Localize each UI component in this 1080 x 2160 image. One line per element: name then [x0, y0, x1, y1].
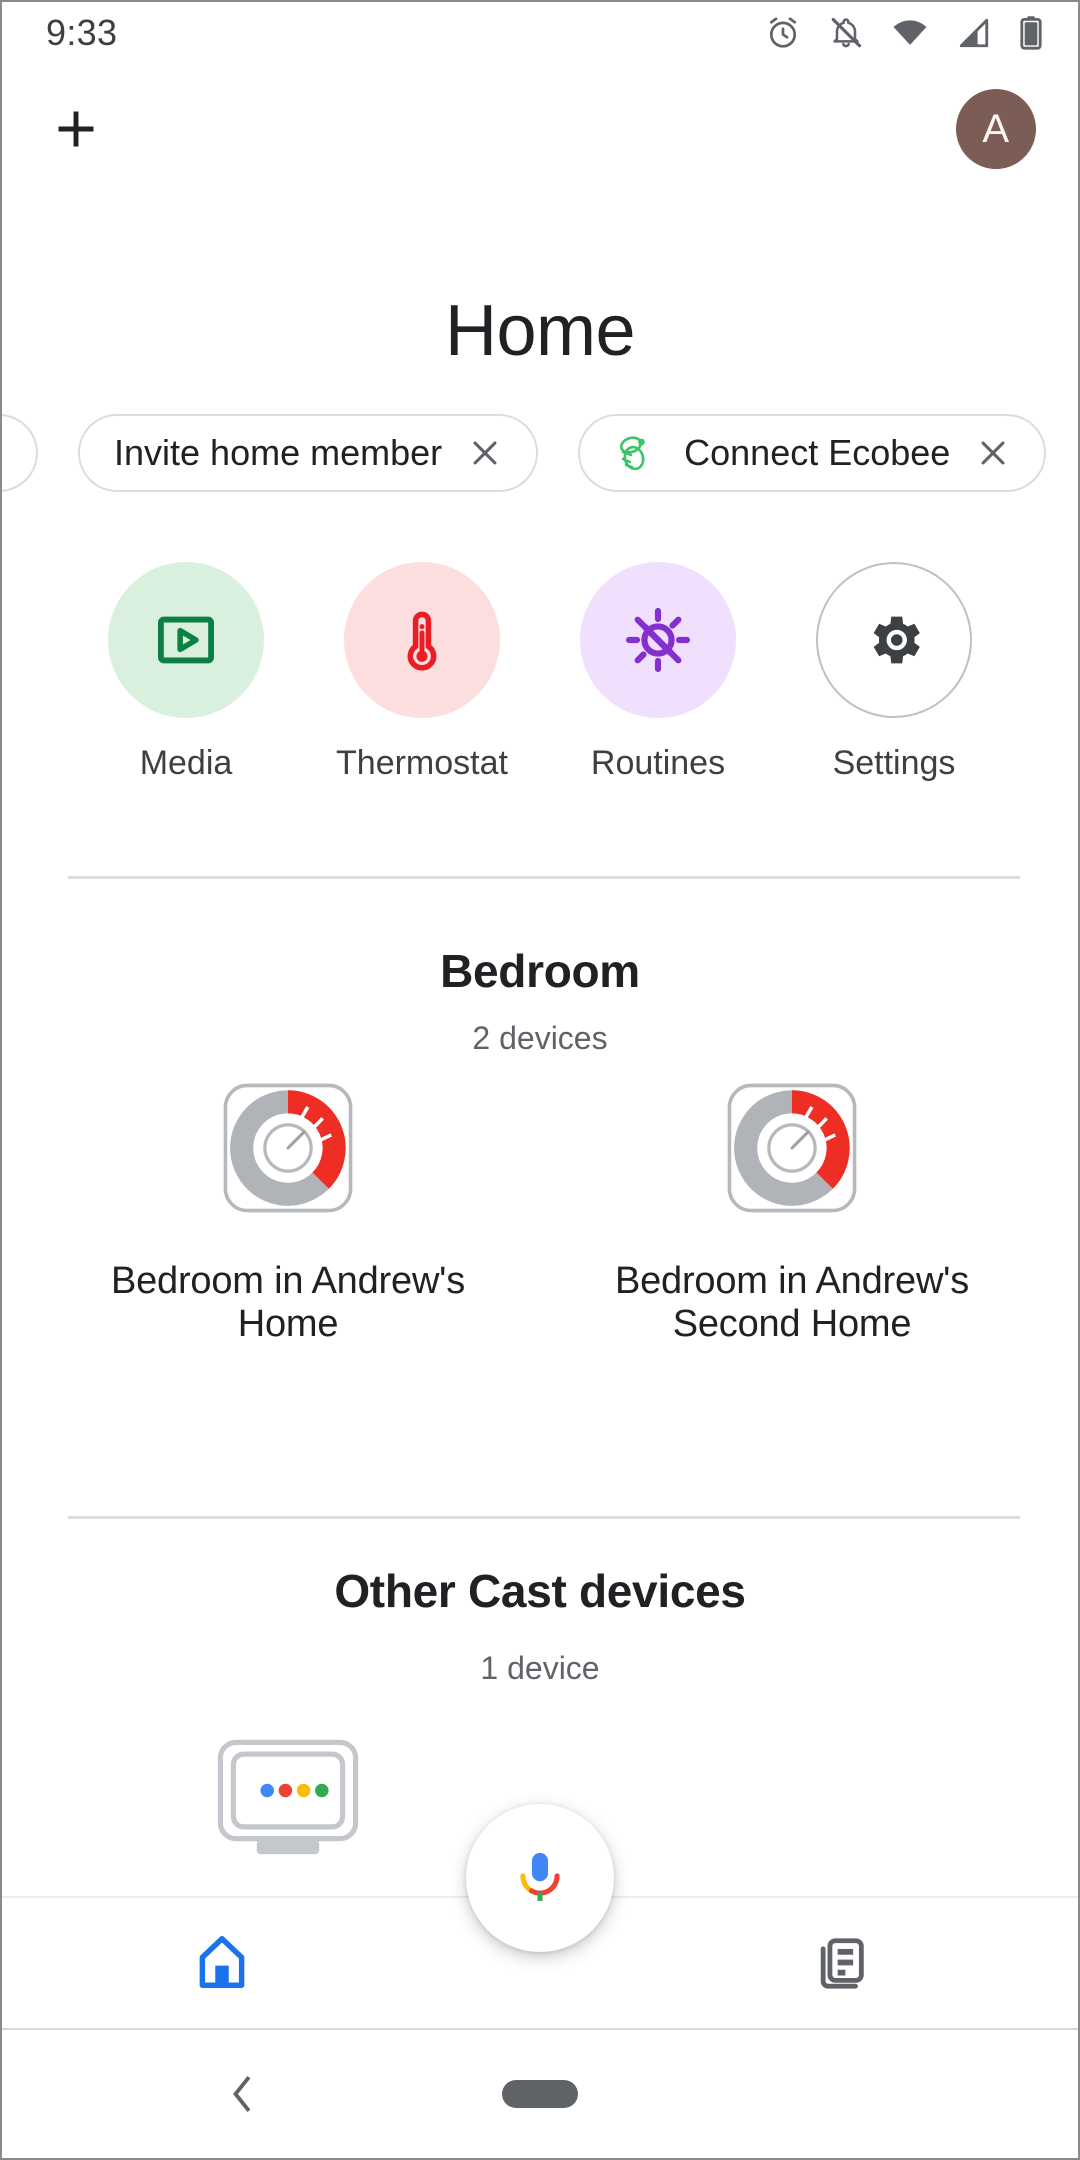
android-back-button[interactable]: [202, 2066, 282, 2122]
ecobee-thermostat-gauge-icon: [223, 1083, 353, 1213]
thermometer-icon: [407, 611, 437, 671]
home-icon: [199, 1936, 245, 1988]
device-tile-empty: [540, 1732, 1044, 1906]
quick-action-settings-circle: [816, 562, 972, 718]
avatar-initial: A: [982, 106, 1010, 151]
chip-label: Connect Ecobee: [684, 432, 951, 473]
android-navigation-bar: [2, 2028, 1078, 2158]
quick-action-label: Settings: [832, 744, 956, 782]
section-title-other-cast-devices: Other Cast devices: [334, 1565, 746, 1617]
status-icon-group: [764, 14, 1044, 52]
close-icon[interactable]: [976, 436, 1010, 470]
quick-action-thermostat[interactable]: Thermostat: [304, 562, 540, 783]
feed-icon: [820, 1938, 864, 1989]
gear-icon: [873, 616, 920, 664]
chip-invite-home-member[interactable]: Invite home member: [78, 414, 539, 492]
quick-action-label: Routines: [590, 744, 726, 782]
page-title: Home: [444, 291, 636, 371]
cast-display-icon: [217, 1739, 359, 1855]
device-name: Bedroom in Andrew's Home: [110, 1260, 466, 1345]
quick-action-routines-circle: [580, 562, 736, 718]
google-assistant-mic-icon: [520, 1852, 560, 1901]
routines-sun-icon: [625, 607, 691, 673]
bottom-nav-home[interactable]: [122, 1898, 322, 2026]
notifications-off-icon: [831, 17, 862, 48]
device-name: Bedroom in Andrew's Second Home: [614, 1260, 970, 1345]
app-screen: 9:33 A Home Invite home member Connect E…: [0, 0, 1080, 2160]
add-device-button[interactable]: [42, 95, 110, 163]
divider: [68, 1516, 1020, 1519]
app-bar: A: [2, 74, 1078, 184]
plus-icon: [58, 111, 94, 147]
suggestion-chips-row[interactable]: Invite home member Connect Ecobee: [2, 414, 1078, 492]
avatar[interactable]: A: [956, 89, 1036, 169]
quick-action-media[interactable]: Media: [68, 562, 304, 783]
status-time: 9:33: [46, 12, 118, 53]
ecobee-bee-icon: [620, 436, 646, 471]
quick-action-settings[interactable]: Settings: [776, 562, 1012, 783]
battery-icon: [1020, 16, 1042, 50]
quick-action-label: Media: [139, 744, 233, 782]
cell-signal-icon: [959, 18, 989, 48]
status-bar: 9:33: [2, 2, 1078, 64]
alarm-icon: [769, 17, 797, 48]
device-tile[interactable]: [36, 1732, 540, 1906]
bottom-nav-feed[interactable]: [742, 1898, 942, 2026]
quick-action-label: Thermostat: [336, 744, 508, 782]
back-chevron-icon: [233, 2075, 251, 2113]
chip-partial-offscreen[interactable]: [2, 414, 38, 492]
device-grid-bedroom: Bedroom in Andrew's Home Bedroom in Andr…: [2, 1080, 1078, 1345]
chip-connect-ecobee[interactable]: Connect Ecobee: [578, 414, 1047, 492]
section-subtitle-bedroom: 2 devices: [472, 1020, 608, 1056]
device-tile[interactable]: Bedroom in Andrew's Second Home: [540, 1080, 1044, 1345]
quick-action-routines[interactable]: Routines: [540, 562, 776, 783]
quick-actions-row: Media Thermostat Routines Settings: [2, 562, 1078, 783]
section-subtitle-other-cast-devices: 1 device: [480, 1650, 600, 1686]
divider: [68, 876, 1020, 879]
wifi-icon: [893, 20, 927, 45]
google-assistant-fab[interactable]: [466, 1804, 614, 1952]
ecobee-thermostat-gauge-icon: [727, 1083, 857, 1213]
device-tile[interactable]: Bedroom in Andrew's Home: [36, 1080, 540, 1345]
media-play-icon: [158, 616, 215, 664]
quick-action-media-circle: [108, 562, 264, 718]
android-home-pill[interactable]: [502, 2080, 578, 2108]
chip-label: Invite home member: [114, 432, 443, 473]
quick-action-thermostat-circle: [344, 562, 500, 718]
section-title-bedroom: Bedroom: [440, 945, 640, 997]
close-icon[interactable]: [468, 436, 502, 470]
